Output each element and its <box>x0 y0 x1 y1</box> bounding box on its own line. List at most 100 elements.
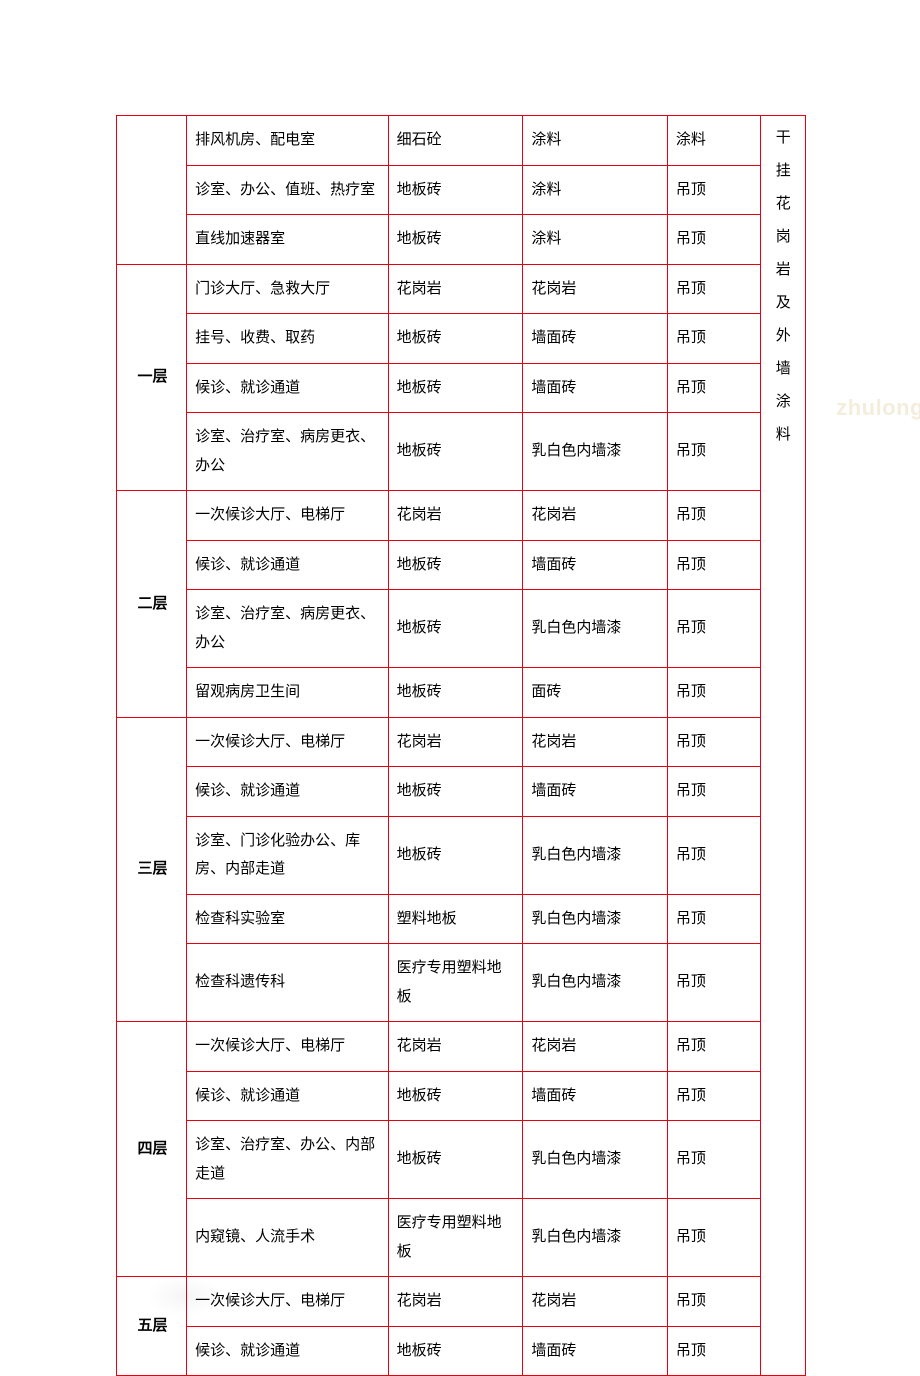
table-row: 检查科实验室塑料地板乳白色内墙漆吊顶 <box>117 894 806 944</box>
table-cell: 乳白色内墙漆 <box>523 894 667 944</box>
table-cell: 吊顶 <box>667 1277 761 1327</box>
table-row: 诊室、门诊化验办公、库房、内部走道地板砖乳白色内墙漆吊顶 <box>117 816 806 894</box>
table-cell: 吊顶 <box>667 1199 761 1277</box>
table-cell: 地板砖 <box>388 668 523 718</box>
table-cell: 涂料 <box>523 215 667 265</box>
table-cell: 吊顶 <box>667 717 761 767</box>
table-cell: 一次候诊大厅、电梯厅 <box>187 717 389 767</box>
table-cell: 涂料 <box>523 165 667 215</box>
table-cell: 花岗岩 <box>388 1022 523 1072</box>
table-row: 候诊、就诊通道地板砖墙面砖吊顶 <box>117 363 806 413</box>
table-cell: 地板砖 <box>388 1326 523 1376</box>
table-cell: 乳白色内墙漆 <box>523 816 667 894</box>
table-cell: 涂料 <box>523 116 667 166</box>
table-row: 五层一次候诊大厅、电梯厅花岗岩花岗岩吊顶 <box>117 1277 806 1327</box>
floor-label-cell: 五层 <box>117 1277 187 1376</box>
table-cell: 乳白色内墙漆 <box>523 1121 667 1199</box>
table-cell: 细石砼 <box>388 116 523 166</box>
table-cell: 吊顶 <box>667 491 761 541</box>
table-cell: 地板砖 <box>388 767 523 817</box>
table-cell: 墙面砖 <box>523 767 667 817</box>
table-cell: 候诊、就诊通道 <box>187 767 389 817</box>
table-cell: 吊顶 <box>667 816 761 894</box>
table-cell: 地板砖 <box>388 413 523 491</box>
table-cell: 墙面砖 <box>523 1071 667 1121</box>
table-cell: 地板砖 <box>388 816 523 894</box>
table-cell: 诊室、治疗室、病房更衣、办公 <box>187 413 389 491</box>
table-cell: 一次候诊大厅、电梯厅 <box>187 491 389 541</box>
table-cell: 吊顶 <box>667 1022 761 1072</box>
table-row: 一层门诊大厅、急救大厅花岗岩花岗岩吊顶 <box>117 264 806 314</box>
table-cell: 地板砖 <box>388 590 523 668</box>
table-cell: 候诊、就诊通道 <box>187 1071 389 1121</box>
table-row: 候诊、就诊通道地板砖墙面砖吊顶 <box>117 1071 806 1121</box>
table-cell: 排风机房、配电室 <box>187 116 389 166</box>
table-cell: 一次候诊大厅、电梯厅 <box>187 1277 389 1327</box>
table-cell: 内窥镜、人流手术 <box>187 1199 389 1277</box>
table-cell: 检查科遗传科 <box>187 944 389 1022</box>
table-row: 二层一次候诊大厅、电梯厅花岗岩花岗岩吊顶 <box>117 491 806 541</box>
table-cell: 吊顶 <box>667 1121 761 1199</box>
table-row: 候诊、就诊通道地板砖墙面砖吊顶 <box>117 540 806 590</box>
table-cell: 检查科实验室 <box>187 894 389 944</box>
table-row: 诊室、办公、值班、热疗室地板砖涂料吊顶 <box>117 165 806 215</box>
table-cell: 花岗岩 <box>388 264 523 314</box>
table-cell: 墙面砖 <box>523 1326 667 1376</box>
table-cell: 地板砖 <box>388 363 523 413</box>
table-row: 直线加速器室地板砖涂料吊顶 <box>117 215 806 265</box>
floor-label-cell <box>117 116 187 265</box>
table-row: 检查科遗传科医疗专用塑料地板乳白色内墙漆吊顶 <box>117 944 806 1022</box>
table-row: 四层一次候诊大厅、电梯厅花岗岩花岗岩吊顶 <box>117 1022 806 1072</box>
table-cell: 候诊、就诊通道 <box>187 540 389 590</box>
table-cell: 花岗岩 <box>523 1277 667 1327</box>
floor-label-cell: 二层 <box>117 491 187 718</box>
table-cell: 吊顶 <box>667 363 761 413</box>
table-cell: 留观病房卫生间 <box>187 668 389 718</box>
table-cell: 乳白色内墙漆 <box>523 1199 667 1277</box>
table-cell: 门诊大厅、急救大厅 <box>187 264 389 314</box>
table-cell: 花岗岩 <box>523 717 667 767</box>
table-row: 诊室、治疗室、办公、内部走道地板砖乳白色内墙漆吊顶 <box>117 1121 806 1199</box>
table-cell: 吊顶 <box>667 165 761 215</box>
table-cell: 花岗岩 <box>523 491 667 541</box>
table-row: 内窥镜、人流手术医疗专用塑料地板乳白色内墙漆吊顶 <box>117 1199 806 1277</box>
materials-table: 排风机房、配电室细石砼涂料涂料干挂花岗岩及外墙涂料诊室、办公、值班、热疗室地板砖… <box>116 115 806 1376</box>
floor-label-cell: 三层 <box>117 717 187 1022</box>
table-cell: 直线加速器室 <box>187 215 389 265</box>
table-cell: 乳白色内墙漆 <box>523 944 667 1022</box>
side-label-text: 干挂花岗岩及外墙涂料 <box>765 122 801 452</box>
table-row: 挂号、收费、取药地板砖墙面砖吊顶 <box>117 314 806 364</box>
table-cell: 塑料地板 <box>388 894 523 944</box>
table-cell: 一次候诊大厅、电梯厅 <box>187 1022 389 1072</box>
table-cell: 吊顶 <box>667 1326 761 1376</box>
table-row: 候诊、就诊通道地板砖墙面砖吊顶 <box>117 767 806 817</box>
table-cell: 花岗岩 <box>388 491 523 541</box>
table-cell: 涂料 <box>667 116 761 166</box>
table-row: 诊室、治疗室、病房更衣、办公地板砖乳白色内墙漆吊顶 <box>117 413 806 491</box>
table-row: 诊室、治疗室、病房更衣、办公地板砖乳白色内墙漆吊顶 <box>117 590 806 668</box>
table-cell: 吊顶 <box>667 314 761 364</box>
table-cell: 乳白色内墙漆 <box>523 413 667 491</box>
table-cell: 吊顶 <box>667 413 761 491</box>
table-cell: 墙面砖 <box>523 314 667 364</box>
table-cell: 吊顶 <box>667 264 761 314</box>
table-cell: 墙面砖 <box>523 363 667 413</box>
table-cell: 诊室、治疗室、病房更衣、办公 <box>187 590 389 668</box>
table-cell: 候诊、就诊通道 <box>187 1326 389 1376</box>
table-row: 留观病房卫生间地板砖面砖吊顶 <box>117 668 806 718</box>
table-cell: 墙面砖 <box>523 540 667 590</box>
floor-label-cell: 一层 <box>117 264 187 491</box>
table-cell: 吊顶 <box>667 894 761 944</box>
table-cell: 吊顶 <box>667 1071 761 1121</box>
table-cell: 候诊、就诊通道 <box>187 363 389 413</box>
table-row: 排风机房、配电室细石砼涂料涂料干挂花岗岩及外墙涂料 <box>117 116 806 166</box>
table-cell: 医疗专用塑料地板 <box>388 1199 523 1277</box>
table-cell: 花岗岩 <box>388 1277 523 1327</box>
watermark-text: zhulong <box>836 395 920 421</box>
side-label-cell: 干挂花岗岩及外墙涂料 <box>761 116 806 1376</box>
table-cell: 花岗岩 <box>388 717 523 767</box>
table-cell: 面砖 <box>523 668 667 718</box>
table-cell: 地板砖 <box>388 314 523 364</box>
table-cell: 医疗专用塑料地板 <box>388 944 523 1022</box>
table-cell: 花岗岩 <box>523 264 667 314</box>
